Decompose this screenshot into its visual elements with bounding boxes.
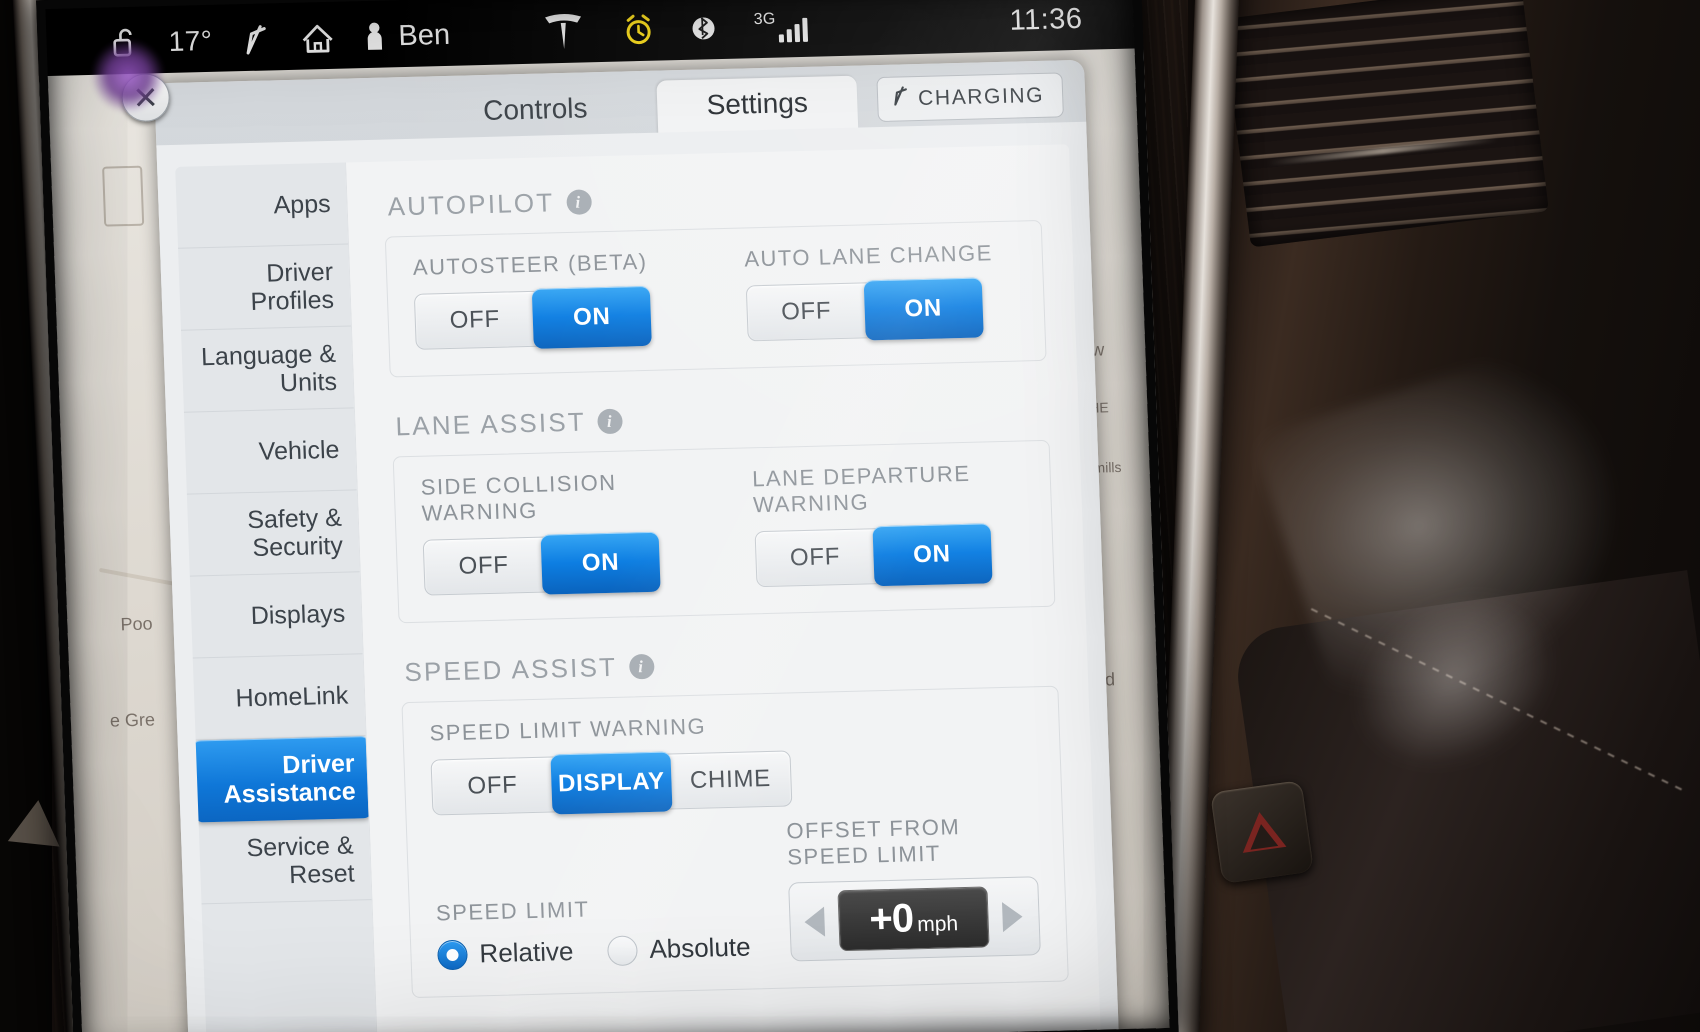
sidebar-item-label: Service & Reset <box>246 831 356 889</box>
speed-limit-warning-chime-option[interactable]: CHIME <box>669 751 791 808</box>
field-label: SIDE COLLISION WARNING <box>420 469 618 526</box>
exterior-temperature: 17° <box>168 24 214 57</box>
section-title: LANE ASSIST <box>395 406 587 442</box>
hazard-triangle-icon <box>1238 809 1287 853</box>
settings-content: AUTOPILOT i AUTOSTEER (BETA) OFF ON AUTO… <box>345 144 1102 1032</box>
field-speed-limit-warning: SPEED LIMIT WARNING OFF DISPLAY CHIME <box>429 705 1035 816</box>
radio-label: Absolute <box>648 931 752 965</box>
field-label: AUTOSTEER (BETA) <box>412 248 648 280</box>
field-lane-departure-warning: LANE DEPARTURE WARNING OFF ON <box>751 459 1028 588</box>
radio-dot <box>606 934 638 966</box>
field-label: AUTO LANE CHANGE <box>743 240 994 272</box>
speed-assist-section: SPEED LIMIT WARNING OFF DISPLAY CHIME SP… <box>401 685 1069 999</box>
field-label: LANE DEPARTURE WARNING <box>751 460 971 518</box>
side-collision-on-option[interactable]: ON <box>540 531 661 595</box>
offset-stepper[interactable]: +0 mph <box>788 876 1041 962</box>
speed-limit-warning-display-option[interactable]: DISPLAY <box>550 751 673 815</box>
sidebar-item-vehicle[interactable]: Vehicle <box>183 408 357 495</box>
lane-departure-warning-toggle[interactable]: OFF ON <box>754 523 993 588</box>
lane-departure-on-option[interactable]: ON <box>871 523 993 587</box>
alarm-clock-icon[interactable] <box>623 14 654 47</box>
field-autosteer: AUTOSTEER (BETA) OFF ON <box>412 248 687 350</box>
radio-label: Relative <box>478 935 574 969</box>
clock: 11:36 <box>1008 2 1083 37</box>
radio-dot-selected <box>436 939 469 970</box>
info-icon[interactable]: i <box>628 653 655 680</box>
settings-panel: Controls Settings CHARGING Apps Driver P… <box>154 59 1120 1032</box>
autosteer-toggle[interactable]: OFF ON <box>413 285 652 350</box>
map-poi-box <box>102 165 145 227</box>
lane-assist-section: SIDE COLLISION WARNING OFF ON LANE DEPAR… <box>392 439 1056 624</box>
tesla-logo-icon[interactable] <box>541 10 586 53</box>
section-title: SPEED ASSIST <box>403 651 618 688</box>
field-label: OFFSET FROM SPEED LIMIT <box>785 814 961 870</box>
network-type-label: 3G <box>753 10 776 29</box>
lane-departure-off-option[interactable]: OFF <box>755 529 875 586</box>
sidebar-item-label: Driver Assistance <box>223 749 357 809</box>
field-speed-limit: SPEED LIMIT Relative Absolute <box>435 867 751 971</box>
charging-label: CHARGING <box>917 83 1045 110</box>
side-collision-warning-toggle[interactable]: OFF ON <box>422 531 661 596</box>
auto-lane-change-on-option[interactable]: ON <box>863 277 984 341</box>
offset-value: +0 <box>868 896 914 942</box>
lens-flare <box>92 40 164 112</box>
tab-controls[interactable]: Controls <box>439 81 631 142</box>
section-header-autopilot: AUTOPILOT i <box>387 175 1041 223</box>
increment-arrow-icon[interactable] <box>1002 901 1024 932</box>
section-header-lane-assist: LANE ASSIST i <box>395 395 1049 443</box>
field-offset-from-speed-limit: OFFSET FROM SPEED LIMIT +0 mph <box>785 812 1041 962</box>
sidebar-item-homelink[interactable]: HomeLink <box>192 654 366 741</box>
speed-limit-warning-off-option[interactable]: OFF <box>432 757 554 814</box>
sidebar-item-label: Safety & Security <box>246 503 344 562</box>
car-interior-scene: Arrow ARROW THE HILL mills Poo e Gre ord… <box>0 0 1700 1032</box>
autosteer-on-option[interactable]: ON <box>531 285 652 349</box>
charging-status-badge[interactable]: CHARGING <box>876 72 1064 123</box>
offset-unit: mph <box>916 912 959 937</box>
sidebar-item-label: Driver Profiles <box>250 257 335 316</box>
field-label: SPEED LIMIT WARNING <box>429 713 707 746</box>
settings-sidebar[interactable]: Apps Driver Profiles Language & Units Ve… <box>175 162 378 1032</box>
driver-profile-icon[interactable] <box>364 22 385 52</box>
speed-limit-row: SPEED LIMIT Relative Absolute OFFSET FRO… <box>433 812 1041 970</box>
sidebar-item-safety-security[interactable]: Safety & Security <box>186 490 360 577</box>
speed-limit-warning-toggle[interactable]: OFF DISPLAY CHIME <box>430 750 793 816</box>
map-label: e Gre <box>109 709 156 731</box>
autosteer-off-option[interactable]: OFF <box>415 292 535 349</box>
info-icon[interactable]: i <box>565 189 592 215</box>
sidebar-item-displays[interactable]: Displays <box>189 572 363 659</box>
sidebar-item-driver-assistance[interactable]: Driver Assistance <box>191 736 373 823</box>
bluetooth-icon[interactable] <box>691 12 716 45</box>
decrement-arrow-icon[interactable] <box>804 906 826 937</box>
left-warning-triangle-icon <box>7 797 65 847</box>
info-icon[interactable]: i <box>597 408 624 435</box>
signal-strength-indicator: 3G <box>753 10 809 43</box>
side-collision-off-option[interactable]: OFF <box>424 538 544 595</box>
sidebar-item-language-units[interactable]: Language & Units <box>181 326 354 413</box>
section-title: AUTOPILOT <box>387 187 555 222</box>
speed-limit-relative-radio[interactable]: Relative <box>436 935 574 970</box>
tesla-touchscreen[interactable]: Arrow ARROW THE HILL mills Poo e Gre ord… <box>36 0 1179 1032</box>
signal-bars-icon <box>779 17 809 43</box>
home-icon[interactable] <box>300 22 335 54</box>
driver-profile-name[interactable]: Ben <box>398 18 451 52</box>
field-auto-lane-change: AUTO LANE CHANGE OFF ON <box>744 240 1019 342</box>
sidebar-item-apps[interactable]: Apps <box>175 162 349 249</box>
air-vent-slats <box>1223 0 1549 248</box>
field-label: SPEED LIMIT <box>435 896 590 926</box>
map-label: Poo <box>120 613 153 635</box>
offset-value-display: +0 mph <box>837 886 990 952</box>
sidebar-item-label: Language & Units <box>200 339 338 397</box>
autopilot-section: AUTOSTEER (BETA) OFF ON AUTO LANE CHANGE… <box>384 219 1047 378</box>
sidebar-item-driver-profiles[interactable]: Driver Profiles <box>178 244 351 331</box>
field-side-collision-warning: SIDE COLLISION WARNING OFF ON <box>420 468 696 596</box>
section-header-speed-assist: SPEED ASSIST i <box>404 641 1058 689</box>
panel-body: Apps Driver Profiles Language & Units Ve… <box>156 121 1120 1032</box>
sidebar-item-service-reset[interactable]: Service & Reset <box>198 818 372 905</box>
auto-lane-change-toggle[interactable]: OFF ON <box>745 277 984 342</box>
charging-bolt-icon <box>892 86 910 111</box>
speed-limit-absolute-radio[interactable]: Absolute <box>606 931 752 967</box>
auto-lane-change-off-option[interactable]: OFF <box>746 283 866 340</box>
autopilot-bolt-icon[interactable] <box>242 24 271 55</box>
